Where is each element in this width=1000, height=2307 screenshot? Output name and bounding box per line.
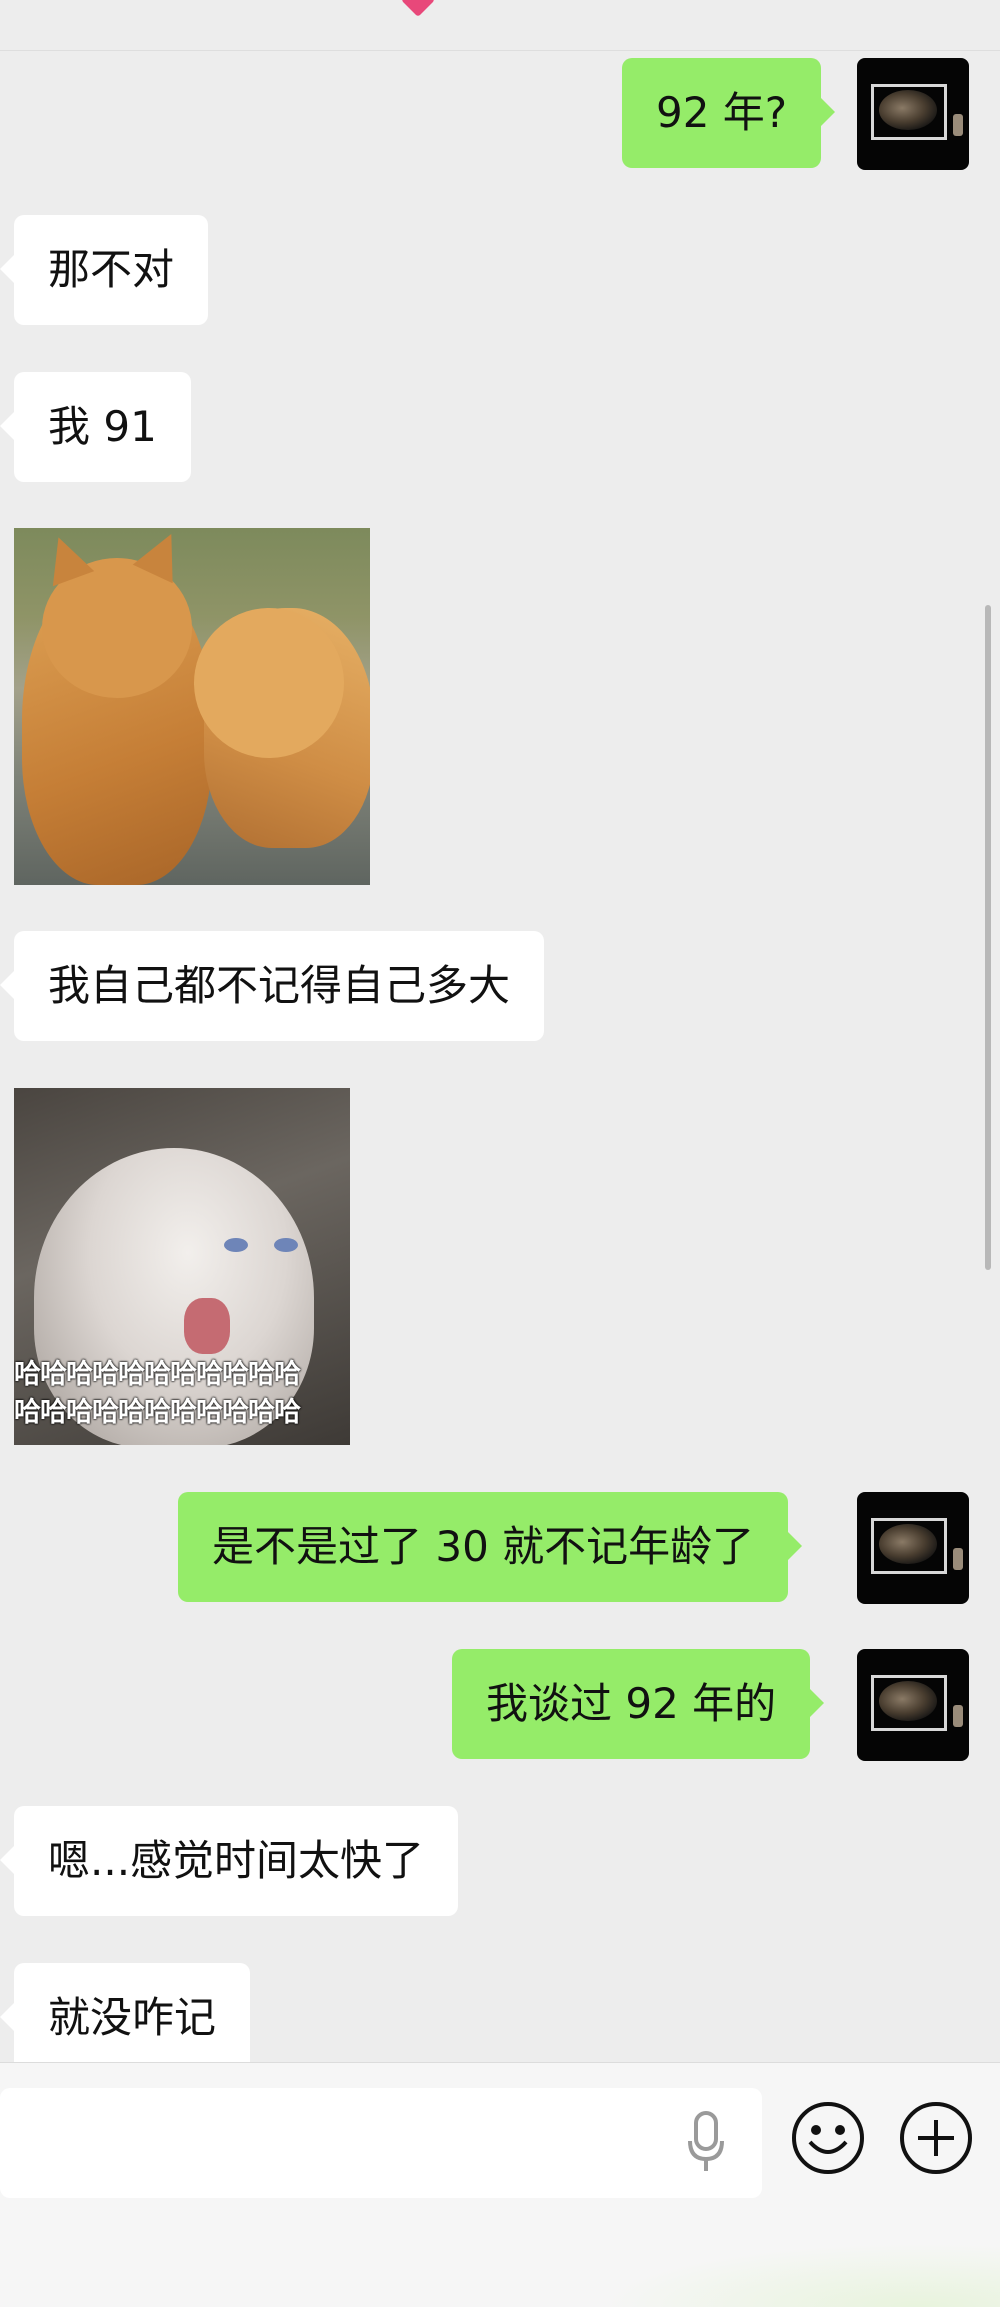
sticker-two-cats[interactable] [14, 528, 370, 885]
message-bubble-outgoing[interactable]: 我谈过 92 年的 [452, 1649, 825, 1759]
scrollbar[interactable] [985, 605, 991, 1270]
message-bubble-incoming[interactable]: 那不对 [0, 215, 209, 325]
my-avatar[interactable] [857, 1492, 969, 1604]
message-bubble-incoming[interactable]: 我自己都不记得自己多大 [0, 931, 545, 1041]
message-bubble-outgoing[interactable]: 是不是过了 30 就不记年龄了 [178, 1492, 803, 1602]
microphone-icon[interactable] [686, 2111, 726, 2175]
emoji-icon[interactable] [790, 2100, 866, 2176]
message-bubble-incoming[interactable]: 嗯...感觉时间太快了 [0, 1806, 459, 1916]
input-bar [0, 2062, 1000, 2307]
message-bubble-outgoing[interactable]: 92 年? [622, 58, 836, 168]
plus-icon[interactable] [898, 2100, 974, 2176]
message-input[interactable] [0, 2088, 762, 2198]
sticker-screaming-cat[interactable]: 哈哈哈哈哈哈哈哈哈哈哈 哈哈哈哈哈哈哈哈哈哈哈 [14, 1088, 350, 1445]
sticker-caption: 哈哈哈哈哈哈哈哈哈哈哈 [14, 1359, 301, 1390]
message-bubble-incoming[interactable]: 就没咋记 [0, 1963, 251, 2073]
sticker-caption: 哈哈哈哈哈哈哈哈哈哈哈 [14, 1397, 301, 1428]
my-avatar[interactable] [857, 1649, 969, 1761]
my-avatar[interactable] [857, 58, 969, 170]
heart-icon [401, 0, 435, 17]
top-bar [0, 0, 1000, 51]
message-bubble-incoming[interactable]: 我 91 [0, 372, 191, 482]
